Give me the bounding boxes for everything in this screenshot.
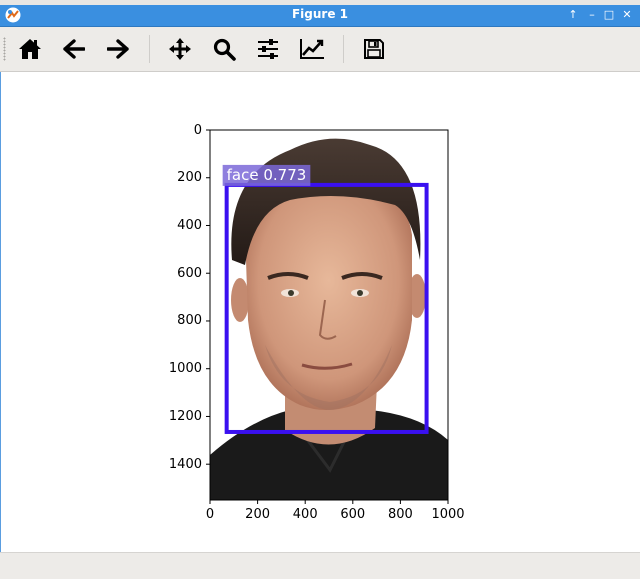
y-tick-label: 400	[177, 217, 202, 233]
y-tick-label: 200	[177, 170, 202, 186]
y-tick-label: 1000	[168, 361, 202, 377]
y-axis	[206, 129, 210, 465]
y-tick-label: 600	[177, 265, 202, 281]
y-tick-label: 1200	[168, 408, 202, 424]
x-tick-label: 0	[205, 507, 215, 522]
x-tick-label: 600	[340, 507, 366, 522]
x-tick-label: 1000	[431, 507, 465, 522]
y-tick-label: 800	[177, 313, 202, 329]
detection-label: face 0.773	[226, 165, 307, 184]
status-bar	[0, 552, 640, 579]
x-tick-label: 800	[387, 507, 413, 522]
x-axis	[209, 500, 449, 504]
y-tick-label: 1400	[168, 456, 202, 472]
x-tick-label: 400	[292, 507, 318, 522]
x-tick-label: 200	[245, 507, 270, 522]
y-tick-label: 0	[193, 122, 202, 138]
plot-axes[interactable]	[0, 0, 640, 578]
